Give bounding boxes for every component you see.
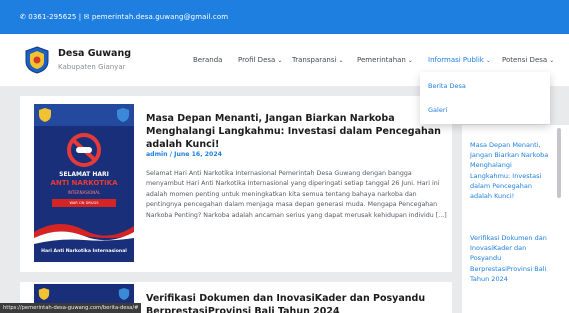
nav-pemerintahan[interactable]: Pemerintahan ⌄ — [357, 56, 413, 64]
post-title[interactable]: Masa Depan Menanti, Jangan Biarkan Narko… — [146, 112, 446, 151]
chevron-down-icon: ⌄ — [338, 57, 344, 64]
nav-label: Informasi Publik — [428, 56, 484, 64]
dropdown-item-berita-desa[interactable]: Berita Desa — [428, 82, 466, 90]
sidebar-recent-post-link[interactable]: Verifikasi Dokumen dan InovasiKader dan … — [470, 233, 554, 284]
emblem-icon — [118, 288, 130, 300]
thumbnail-line-2: ANTI NARKOTIKA — [50, 179, 118, 187]
chevron-down-icon: ⌄ — [277, 57, 283, 64]
post-thumbnail[interactable]: SELAMAT HARI ANTI NARKOTIKA INTERNASIONA… — [34, 104, 134, 262]
nav-label: Profil Desa — [238, 56, 276, 64]
chevron-down-icon: ⌄ — [485, 57, 491, 64]
thumbnail-line-1: SELAMAT HARI — [59, 171, 109, 178]
post-card: SELAMAT HARI ANTI NARKOTIKA INTERNASIONA… — [20, 96, 452, 272]
status-url-preview: https://pemerintah-desa-guwang.com/berit… — [0, 303, 142, 313]
nav-label: Pemerintahan — [357, 56, 406, 64]
sidebar-scrollbar[interactable] — [557, 128, 561, 198]
sidebar-recent-post-link[interactable]: Masa Depan Menanti, Jangan Biarkan Narko… — [470, 140, 554, 201]
chevron-down-icon: ⌄ — [407, 57, 413, 64]
nav-informasi-publik[interactable]: Informasi Publik ⌄ — [428, 56, 491, 64]
nav-transparansi[interactable]: Transparansi ⌄ — [292, 56, 343, 64]
thumbnail-line-3: INTERNASIONAL — [67, 190, 101, 195]
no-drugs-icon — [67, 133, 101, 167]
chevron-down-icon: ⌄ — [549, 57, 555, 64]
nav-label: Beranda — [193, 56, 223, 64]
main-nav: Beranda Profil Desa ⌄ Transparansi ⌄ Pemer… — [0, 56, 569, 68]
nav-potensi-desa[interactable]: Potensi Desa ⌄ — [502, 56, 554, 64]
emblem-icon — [39, 108, 51, 122]
informasi-publik-dropdown: Berita Desa Galeri — [420, 72, 550, 124]
ribbon-graphic — [34, 223, 134, 244]
post-excerpt: Selamat Hari Anti Narkotika Internasiona… — [146, 170, 447, 219]
emblem-icon — [117, 108, 129, 122]
nav-label: Potensi Desa — [502, 56, 548, 64]
contact-info: ✆ 0361-295625 | ✉ pemerintah.desa.guwang… — [20, 13, 229, 21]
emblem-icon — [38, 288, 50, 300]
thumbnail-caption: Hari Anti Narkotika Internasional — [41, 249, 127, 254]
thumbnail-banner: WAR ON DRUGS — [52, 199, 116, 207]
nav-label: Transparansi — [292, 56, 337, 64]
dropdown-item-galeri[interactable]: Galeri — [428, 106, 447, 114]
post-title[interactable]: Verifikasi Dokumen dan InovasiKader dan … — [146, 292, 446, 313]
nav-beranda[interactable]: Beranda — [193, 56, 222, 64]
post-meta[interactable]: admin / June 16, 2024 — [146, 151, 222, 158]
top-contact-bar: ✆ 0361-295625 | ✉ pemerintah.desa.guwang… — [0, 0, 569, 34]
nav-profil-desa[interactable]: Profil Desa ⌄ — [238, 56, 282, 64]
